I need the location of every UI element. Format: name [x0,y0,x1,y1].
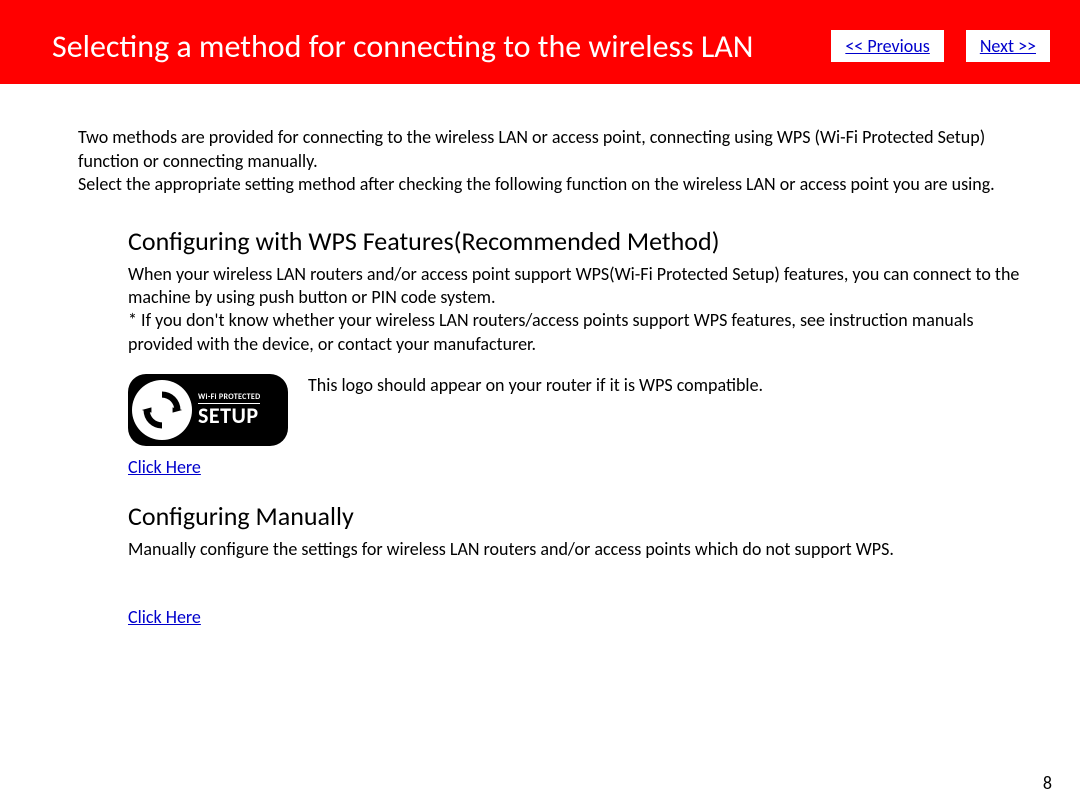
wps-swirl-icon [132,380,192,440]
intro-text: Two methods are provided for connecting … [78,126,1018,196]
wps-logo-badge: Wi-Fi PROTECTED SETUP [128,374,288,446]
wps-heading: Configuring with WPS Features(Recommende… [128,225,1028,257]
header-bar: Selecting a method for connecting to the… [0,0,1080,84]
manual-link-wrap: Click Here [78,596,1028,628]
manual-body: Manually configure the settings for wire… [128,538,1028,561]
page: Selecting a method for connecting to the… [0,0,1080,810]
wps-section: Configuring with WPS Features(Recommende… [78,225,1028,479]
wps-logo-row: Wi-Fi PROTECTED SETUP This logo should a… [128,374,1028,446]
wps-logo-bottom-text: SETUP [198,405,260,427]
wps-body: When your wireless LAN routers and/or ac… [128,263,1028,357]
wps-click-here-link[interactable]: Click Here [128,456,201,478]
nav-buttons: << Previous Next >> [831,30,1050,62]
page-title: Selecting a method for connecting to the… [52,28,831,66]
wps-logo-caption: This logo should appear on your router i… [308,374,1028,396]
next-button[interactable]: Next >> [966,30,1050,62]
manual-click-here-link[interactable]: Click Here [128,606,201,628]
body-content: Two methods are provided for connecting … [0,84,1080,627]
manual-heading: Configuring Manually [128,500,1028,532]
page-number: 8 [1043,772,1052,794]
wps-logo-text: Wi-Fi PROTECTED SETUP [198,393,260,427]
manual-section: Configuring Manually Manually configure … [78,500,1028,561]
previous-button[interactable]: << Previous [831,30,943,62]
